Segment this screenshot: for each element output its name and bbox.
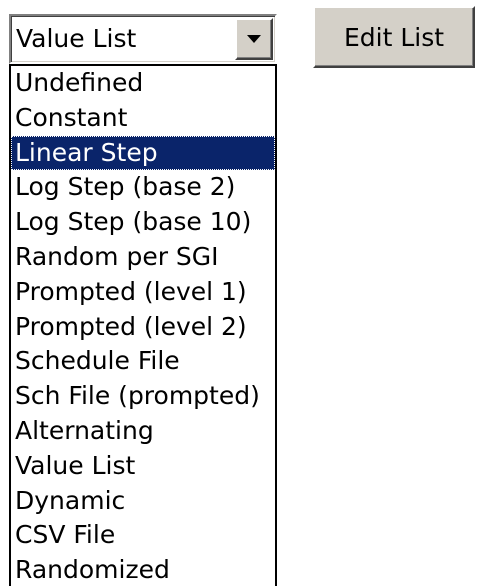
- option-schedule-file[interactable]: Schedule File: [11, 344, 275, 379]
- option-log-step-base-2[interactable]: Log Step (base 2): [11, 170, 275, 205]
- option-undefined[interactable]: Undefined: [11, 66, 275, 101]
- dropdown-list[interactable]: Undefined Constant Linear Step Log Step …: [9, 64, 277, 586]
- option-randomized[interactable]: Randomized: [11, 553, 275, 586]
- option-log-step-base-10[interactable]: Log Step (base 10): [11, 205, 275, 240]
- option-csv-file[interactable]: CSV File: [11, 518, 275, 553]
- combo-dropdown-button[interactable]: [235, 18, 273, 60]
- option-constant[interactable]: Constant: [11, 101, 275, 136]
- window-area: Value List Edit List Undefined Constant …: [0, 0, 479, 586]
- option-prompted-level-1[interactable]: Prompted (level 1): [11, 275, 275, 310]
- combo-selected-value: Value List: [16, 24, 137, 53]
- option-dynamic[interactable]: Dynamic: [11, 484, 275, 519]
- option-random-per-sgi[interactable]: Random per SGI: [11, 240, 275, 275]
- option-value-list[interactable]: Value List: [11, 449, 275, 484]
- option-prompted-level-2[interactable]: Prompted (level 2): [11, 310, 275, 345]
- option-alternating[interactable]: Alternating: [11, 414, 275, 449]
- option-sch-file-prompted[interactable]: Sch File (prompted): [11, 379, 275, 414]
- value-type-combobox[interactable]: Value List: [9, 14, 277, 64]
- chevron-down-icon: [247, 35, 261, 43]
- option-linear-step[interactable]: Linear Step: [11, 135, 275, 171]
- edit-list-button[interactable]: Edit List: [313, 6, 475, 68]
